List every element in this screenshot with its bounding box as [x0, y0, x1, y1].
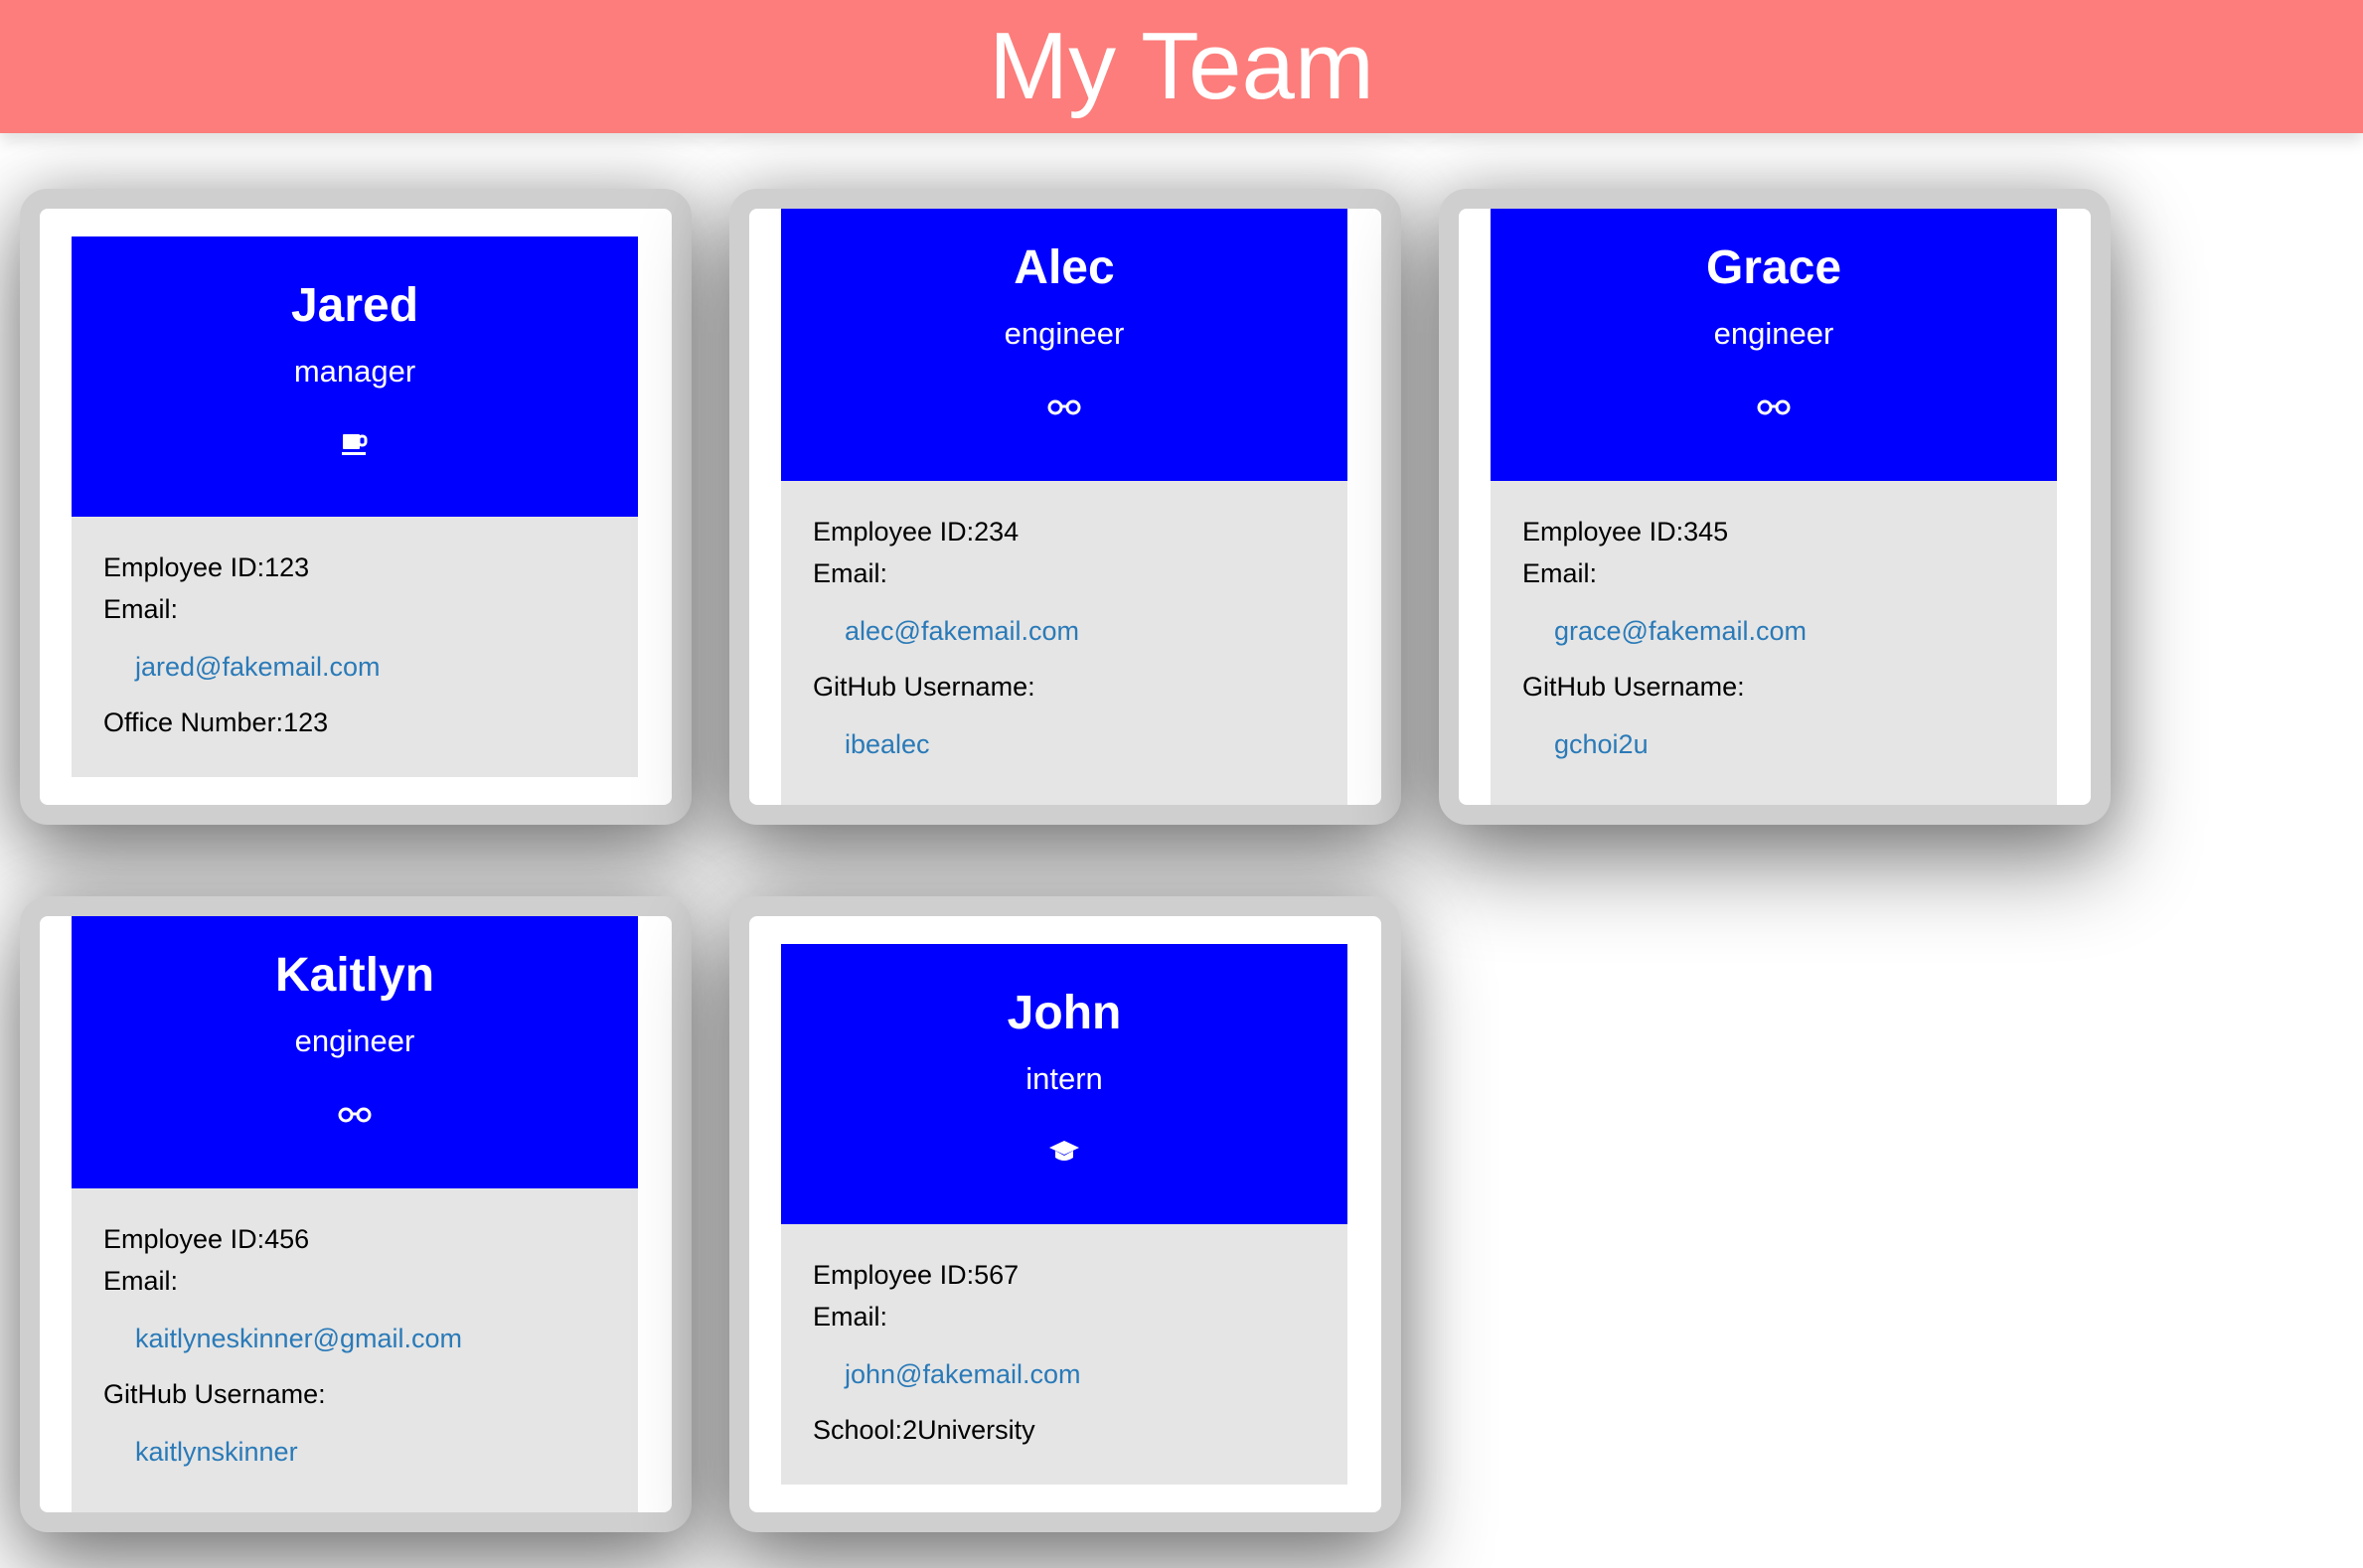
card-header: Alec engineer	[781, 209, 1347, 481]
glasses-icon	[781, 390, 1347, 423]
github-link[interactable]: gchoi2u	[1522, 729, 2025, 759]
employee-card: Grace engineer Employee ID:345 Email: gr…	[1439, 189, 2111, 825]
employee-role: intern	[1025, 1061, 1103, 1096]
glasses-icon	[72, 1097, 638, 1131]
employee-card: John intern Employee ID:567 Email: john@…	[729, 896, 1401, 1532]
employee-card: Jared manager Employee ID:123 Email: jar…	[20, 189, 692, 825]
employee-card: Kaitlyn engineer Employee ID:456 Email: …	[20, 896, 692, 1532]
email-link[interactable]: jared@fakemail.com	[103, 652, 606, 682]
school: School:2University	[813, 1415, 1035, 1445]
employee-id: Employee ID:567	[813, 1260, 1020, 1290]
github-label: GitHub Username:	[813, 672, 1035, 702]
github-link[interactable]: ibealec	[813, 729, 1316, 759]
employee-role: engineer	[1713, 316, 1834, 351]
team-grid: Jared manager Employee ID:123 Email: jar…	[0, 133, 2363, 1568]
employee-name: Jared	[290, 279, 419, 332]
email-link[interactable]: grace@fakemail.com	[1522, 616, 2025, 646]
page-header: My Team	[0, 0, 2363, 133]
employee-role: manager	[293, 354, 416, 389]
office-number: Office Number:123	[103, 707, 329, 737]
employee-name: John	[1007, 987, 1122, 1039]
email-label: Email:	[103, 1266, 179, 1296]
card-body: Employee ID:345 Email: grace@fakemail.co…	[1491, 481, 2057, 805]
employee-role: engineer	[1004, 316, 1125, 351]
email-label: Email:	[813, 558, 888, 588]
employee-id: Employee ID:345	[1522, 517, 1729, 547]
email-link[interactable]: kaitlyneskinner@gmail.com	[103, 1324, 606, 1353]
email-link[interactable]: alec@fakemail.com	[813, 616, 1316, 646]
employee-name: Grace	[1705, 241, 1842, 294]
employee-card: Alec engineer Employee ID:234 Email: ale…	[729, 189, 1401, 825]
card-header: Kaitlyn engineer	[72, 916, 638, 1188]
email-label: Email:	[103, 594, 179, 624]
card-header: John intern	[781, 944, 1347, 1224]
employee-id: Employee ID:234	[813, 517, 1020, 547]
email-link[interactable]: john@fakemail.com	[813, 1359, 1316, 1389]
github-link[interactable]: kaitlynskinner	[103, 1437, 606, 1467]
employee-name: Alec	[1014, 241, 1115, 294]
card-header: Jared manager	[72, 236, 638, 517]
card-body: Employee ID:123 Email: jared@fakemail.co…	[72, 517, 638, 777]
card-body: Employee ID:456 Email: kaitlyneskinner@g…	[72, 1188, 638, 1512]
card-body: Employee ID:234 Email: alec@fakemail.com…	[781, 481, 1347, 805]
employee-name: Kaitlyn	[274, 949, 435, 1002]
card-header: Grace engineer	[1491, 209, 2057, 481]
email-label: Email:	[1522, 558, 1598, 588]
github-label: GitHub Username:	[103, 1379, 326, 1409]
glasses-icon	[1491, 390, 2057, 423]
employee-role: engineer	[294, 1023, 415, 1058]
coffee-icon	[72, 427, 638, 461]
page-title: My Team	[989, 13, 1374, 119]
card-body: Employee ID:567 Email: john@fakemail.com…	[781, 1224, 1347, 1485]
employee-id: Employee ID:123	[103, 552, 310, 582]
graduation-cap-icon	[781, 1135, 1347, 1169]
employee-id: Employee ID:456	[103, 1224, 310, 1254]
github-label: GitHub Username:	[1522, 672, 1745, 702]
email-label: Email:	[813, 1302, 888, 1332]
